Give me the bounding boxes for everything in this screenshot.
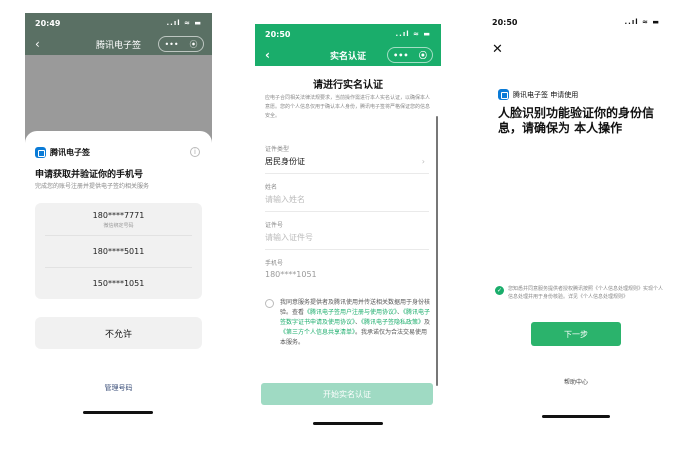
status-time: 20:49 [35, 18, 61, 28]
page-title: 请进行实名认证 [313, 80, 383, 91]
phone-note: 微信绑定号码 [103, 223, 134, 229]
field-value: 居民身份证 [265, 157, 305, 166]
divider [265, 173, 429, 174]
phone-screen-face-verify: 20:50 ..ıl ≈ ▬ ✕ 腾讯电子签 申请使用 人脸识别功能验证你的身份… [482, 12, 670, 427]
sheet-description: 完成您的账号注册并提供电子签约相关服务 [35, 183, 150, 190]
brand-row: 腾讯电子签 申请使用 [498, 89, 578, 100]
close-circle-icon[interactable]: ⦿ [190, 39, 198, 50]
nav-title: 实名认证 [329, 51, 366, 62]
status-icons: ..ıl ≈ ▬ [395, 30, 431, 38]
field-label: 证件类型 [265, 146, 290, 153]
help-center-link[interactable]: 帮助中心 [482, 377, 670, 386]
brand-row: 腾讯电子签 [35, 147, 90, 158]
more-icon[interactable]: ••• [393, 51, 408, 60]
divider [265, 211, 429, 212]
agreement-text: 我同意服务提供者及腾讯使用并传送相关数据用于身份核验。查看《腾讯电子签用户注册与… [280, 298, 433, 348]
status-bar: 20:50 ..ıl ≈ ▬ [482, 12, 670, 32]
home-indicator [83, 411, 153, 414]
id-number-input[interactable]: 请输入证件号 [265, 232, 429, 243]
close-circle-icon[interactable]: ⦿ [419, 50, 427, 61]
field-label: 证件号 [265, 222, 284, 229]
mini-program-capsule[interactable]: ••• ⦿ [158, 36, 204, 52]
next-button[interactable]: 下一步 [531, 322, 621, 346]
privacy-policy-link[interactable]: 《腾讯电子签隐私政策》 [361, 319, 424, 326]
more-icon[interactable]: ••• [164, 40, 178, 49]
nav-bar: ‹ 腾讯电子签 ••• ⦿ [25, 33, 212, 55]
agreement-row: 我同意服务提供者及腾讯使用并传送相关数据用于身份核验。查看《腾讯电子签用户注册与… [265, 298, 433, 348]
phone-option[interactable]: 150****1051 [35, 279, 202, 288]
name-input[interactable]: 请输入姓名 [265, 194, 429, 205]
consent-text: 您知悉并同意服务提供者授权腾讯按照《个人信息处理规则》实现个人信息处理并用于身份… [508, 286, 664, 300]
separator: 及 [424, 319, 431, 326]
phone-auth-sheet: 腾讯电子签 i 申请获取并验证你的手机号 完成您的账号注册并提供电子签约相关服务… [25, 131, 212, 427]
field-label: 手机号 [265, 260, 284, 267]
chevron-right-icon: › [421, 157, 425, 166]
brand-logo-icon [498, 89, 509, 100]
face-verify-title: 人脸识别功能验证你的身份信息，请确保为 本人操作 [498, 106, 655, 135]
deny-button[interactable]: 不允许 [35, 317, 202, 349]
nav-title: 腾讯电子签 [95, 40, 141, 51]
brand-logo-icon [35, 147, 46, 158]
consent-check-icon[interactable]: ✓ [495, 286, 504, 295]
phone-number: 180****5011 [92, 247, 145, 256]
close-icon[interactable]: ✕ [492, 42, 503, 57]
mobile-value: 180****1051 [265, 270, 317, 279]
home-indicator [313, 422, 383, 425]
third-party-list-link[interactable]: 《第三方个人信息共享清单》 [280, 329, 355, 336]
phone-number-list: 180****7771 微信绑定号码 180****5011 150****10… [35, 203, 202, 299]
phone-number: 150****1051 [92, 279, 145, 288]
status-bar: 20:50 ..ıl ≈ ▬ [255, 24, 441, 44]
manage-numbers-link[interactable]: 管理号码 [25, 383, 212, 393]
status-time: 20:50 [265, 29, 291, 39]
brand-request-line: 腾讯电子签 申请使用 [513, 90, 579, 99]
sheet-heading: 申请获取并验证你的手机号 [35, 170, 144, 180]
divider [265, 249, 429, 250]
intro-text: 应电子合同相关法律法规要求，当前操作需进行本人实名认证，以确保本人意愿。您的个人… [265, 95, 431, 119]
brand-name: 腾讯电子签 [50, 148, 90, 157]
start-verification-button[interactable]: 开始实名认证 [261, 383, 433, 405]
home-indicator [542, 415, 610, 418]
phone-number: 180****7771 [92, 211, 145, 220]
id-type-field[interactable]: 证件类型 居民身份证 › [265, 144, 429, 174]
divider [45, 235, 192, 236]
scrollbar[interactable] [436, 116, 438, 386]
status-time: 20:50 [492, 17, 518, 27]
consent-row: ✓ 您知悉并同意服务提供者授权腾讯按照《个人信息处理规则》实现个人信息处理并用于… [495, 285, 665, 301]
user-agreement-link[interactable]: 《腾讯电子签用户注册与使用协议》 [304, 309, 397, 316]
mini-program-capsule[interactable]: ••• ⦿ [387, 47, 433, 63]
info-icon[interactable]: i [190, 147, 200, 157]
phone-option[interactable]: 180****5011 [35, 247, 202, 256]
id-number-field[interactable]: 证件号 请输入证件号 [265, 220, 429, 250]
back-icon[interactable]: ‹ [35, 37, 40, 51]
status-bar: 20:49 ..ıl ≈ ▬ [25, 13, 212, 33]
field-label: 姓名 [265, 184, 278, 191]
name-field[interactable]: 姓名 请输入姓名 [265, 182, 429, 212]
divider [45, 267, 192, 268]
phone-option[interactable]: 180****7771 微信绑定号码 [35, 211, 202, 229]
nav-bar: ‹ 实名认证 ••• ⦿ [255, 44, 441, 66]
status-icons: ..ıl ≈ ▬ [166, 19, 202, 27]
mobile-field[interactable]: 手机号 180****1051 [265, 258, 429, 279]
status-icons: ..ıl ≈ ▬ [624, 18, 660, 26]
phone-screen-real-name: 20:50 ..ıl ≈ ▬ ‹ 实名认证 ••• ⦿ 请进行实名认证 应电子合… [255, 24, 441, 428]
agreement-checkbox[interactable] [265, 299, 274, 308]
phone-screen-phone-auth: 20:49 ..ıl ≈ ▬ ‹ 腾讯电子签 ••• ⦿ 腾讯电子签 i 申请获… [25, 13, 212, 427]
back-icon[interactable]: ‹ [265, 48, 270, 62]
